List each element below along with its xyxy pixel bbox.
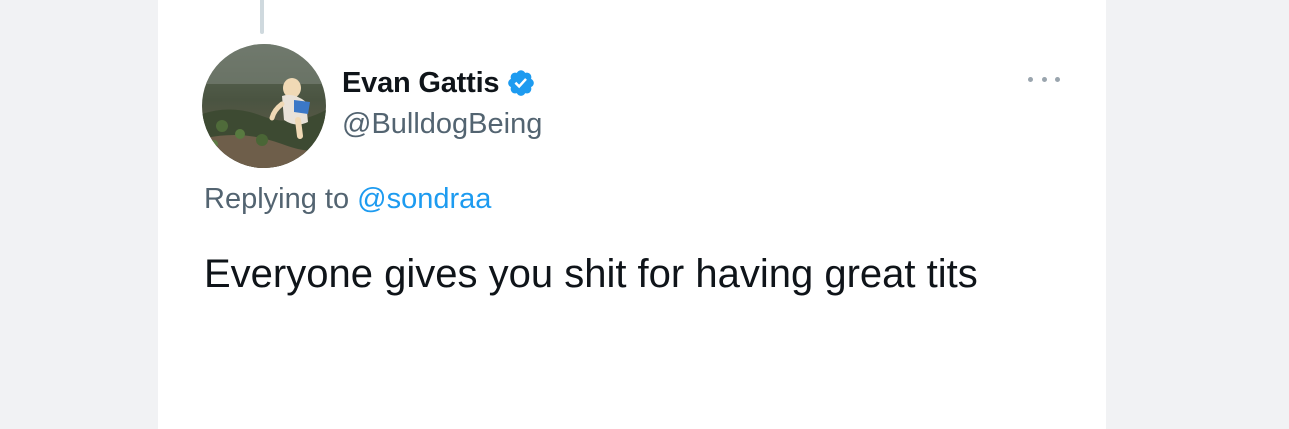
author-handle[interactable]: @BulldogBeing <box>342 108 542 141</box>
more-dot <box>1041 76 1047 82</box>
more-dot <box>1055 76 1060 82</box>
reply-mention-link[interactable]: @sondraa <box>357 183 491 215</box>
tweet-text: Everyone gives you shit for having great… <box>204 252 978 296</box>
more-dot <box>1028 76 1033 82</box>
verified-badge-icon <box>508 70 535 96</box>
author-name-row[interactable]: Evan Gattis <box>342 63 536 103</box>
thread-connector-line <box>260 0 264 34</box>
author-display-name[interactable]: Evan Gattis <box>342 67 500 100</box>
replying-to-line: Replying to @sondraa <box>204 183 491 216</box>
avatar[interactable] <box>202 44 326 168</box>
more-options-icon[interactable] <box>1024 66 1064 92</box>
replying-to-label: Replying to <box>204 183 350 215</box>
